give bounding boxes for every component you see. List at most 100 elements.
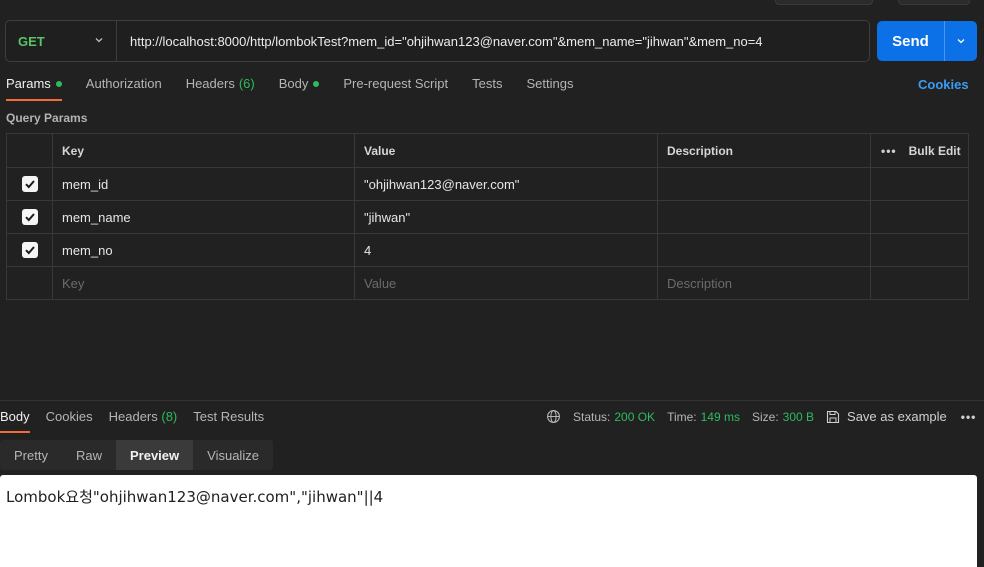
param-value[interactable]: "ohjihwan123@naver.com" xyxy=(354,168,657,200)
chevron-down-icon xyxy=(957,39,965,44)
row-checkbox-cell xyxy=(7,267,52,299)
bulk-edit-area: ••• Bulk Edit xyxy=(870,134,968,167)
tab-pre-request-script[interactable]: Pre-request Script xyxy=(343,76,448,101)
param-value[interactable]: 4 xyxy=(354,234,657,266)
header-checkbox-cell xyxy=(7,134,52,167)
time-label: Time: xyxy=(667,409,697,424)
time-info: Time: 149 ms xyxy=(667,410,740,424)
tab-response-headers[interactable]: Headers (8) xyxy=(109,409,178,433)
new-key-input[interactable]: Key xyxy=(52,267,354,299)
checkmark-icon xyxy=(24,213,35,222)
tab-response-body[interactable]: Body xyxy=(0,409,30,433)
globe-icon[interactable] xyxy=(546,409,561,424)
size-label: Size: xyxy=(751,409,779,424)
view-tab-preview[interactable]: Preview xyxy=(115,440,194,470)
body-indicator-dot xyxy=(313,81,320,87)
tab-authorization[interactable]: Authorization xyxy=(86,76,162,101)
send-button[interactable]: Send xyxy=(877,21,944,61)
param-description[interactable] xyxy=(657,201,870,233)
status-info: Status: 200 OK xyxy=(573,410,655,424)
row-checkbox[interactable] xyxy=(21,209,38,225)
cookies-link[interactable]: Cookies xyxy=(918,77,969,92)
status-value: 200 OK xyxy=(614,409,656,424)
method-select[interactable]: GET xyxy=(6,21,117,61)
save-as-example-button[interactable]: Save as example xyxy=(826,409,947,424)
tab-test-results[interactable]: Test Results xyxy=(193,409,264,433)
size-info: Size: 300 B xyxy=(752,410,814,424)
new-description-input[interactable]: Description xyxy=(657,267,870,299)
new-value-input[interactable]: Value xyxy=(354,267,657,299)
table-header-row: Key Value Description ••• Bulk Edit xyxy=(7,134,968,167)
tab-label: Params xyxy=(6,76,51,91)
row-filler-cell xyxy=(870,201,968,233)
tab-body[interactable]: Body xyxy=(279,76,320,101)
row-checkbox-cell xyxy=(7,168,52,200)
tab-label: Authorization xyxy=(85,76,162,91)
row-checkbox[interactable] xyxy=(21,176,38,192)
response-headers-count: (8) xyxy=(161,409,178,424)
save-icon xyxy=(826,410,840,423)
param-value[interactable]: "jihwan" xyxy=(354,201,657,233)
tab-settings[interactable]: Settings xyxy=(526,76,573,101)
tab-label: Cookies xyxy=(45,409,93,424)
row-checkbox-cell xyxy=(7,234,52,266)
tab-response-cookies[interactable]: Cookies xyxy=(46,409,93,433)
size-value: 300 B xyxy=(782,409,815,424)
more-options-icon[interactable]: ••• xyxy=(881,144,897,158)
method-label: GET xyxy=(18,33,45,49)
toolbar-button-stub[interactable] xyxy=(898,0,970,5)
bulk-edit-button[interactable]: Bulk Edit xyxy=(909,144,961,158)
chevron-down-icon xyxy=(95,38,103,43)
param-description[interactable] xyxy=(657,234,870,266)
view-tab-visualize[interactable]: Visualize xyxy=(193,440,273,470)
send-options-button[interactable] xyxy=(945,21,977,61)
headers-count: (6) xyxy=(238,76,255,91)
checkmark-icon xyxy=(24,246,35,255)
response-preview-pane: Lombok요청"ohjihwan123@naver.com","jihwan"… xyxy=(0,475,977,567)
row-filler-cell xyxy=(870,168,968,200)
save-as-example-label: Save as example xyxy=(847,409,947,424)
response-status-bar: Status: 200 OK Time: 149 ms Size: 300 B Sav… xyxy=(546,409,976,424)
table-row: mem_id "ohjihwan123@naver.com" xyxy=(7,167,968,200)
param-key[interactable]: mem_id xyxy=(52,168,354,200)
param-key[interactable]: mem_name xyxy=(52,201,354,233)
header-description: Description xyxy=(657,134,870,167)
param-description[interactable] xyxy=(657,168,870,200)
request-tabs: Params Authorization Headers (6) Body Pre… xyxy=(6,76,597,101)
tab-headers[interactable]: Headers (6) xyxy=(186,76,255,101)
time-value: 149 ms xyxy=(700,409,740,424)
query-params-table: Key Value Description ••• Bulk Edit mem_… xyxy=(6,133,969,300)
tab-label: Pre-request Script xyxy=(343,76,449,91)
response-body-text: Lombok요청"ohjihwan123@naver.com","jihwan"… xyxy=(6,488,384,506)
globe-icon-svg xyxy=(547,410,560,423)
request-url-bar: GET http://localhost:8000/http/lombokTes… xyxy=(5,20,870,62)
tab-label: Body xyxy=(0,409,30,424)
param-key[interactable]: mem_no xyxy=(52,234,354,266)
url-input[interactable]: http://localhost:8000/http/lombokTest?me… xyxy=(117,34,869,49)
view-tab-pretty[interactable]: Pretty xyxy=(0,440,62,470)
header-key: Key xyxy=(52,134,354,167)
tab-label: Headers xyxy=(108,409,158,424)
checkmark-icon xyxy=(24,180,35,189)
tab-params[interactable]: Params xyxy=(6,76,62,101)
tab-label: Tests xyxy=(472,76,503,91)
response-view-tabs: Pretty Raw Preview Visualize xyxy=(0,440,273,470)
query-params-title: Query Params xyxy=(6,111,88,125)
more-options-icon[interactable]: ••• xyxy=(961,410,977,424)
tab-tests[interactable]: Tests xyxy=(472,76,502,101)
view-tab-raw[interactable]: Raw xyxy=(62,440,116,470)
toolbar-button-stub[interactable] xyxy=(775,0,873,5)
params-indicator-dot xyxy=(55,81,62,87)
pane-divider[interactable] xyxy=(0,400,984,401)
row-filler-cell xyxy=(870,234,968,266)
response-tabs: Body Cookies Headers (8) Test Results xyxy=(0,409,280,433)
table-row: mem_name "jihwan" xyxy=(7,200,968,233)
send-button-group: Send xyxy=(877,21,977,61)
tab-label: Test Results xyxy=(193,409,265,424)
header-value: Value xyxy=(354,134,657,167)
row-checkbox[interactable] xyxy=(21,242,38,258)
tab-label: Body xyxy=(278,76,309,91)
tab-label: Settings xyxy=(526,76,574,91)
table-row-empty: Key Value Description xyxy=(7,266,968,299)
tab-label: Headers xyxy=(185,76,235,91)
